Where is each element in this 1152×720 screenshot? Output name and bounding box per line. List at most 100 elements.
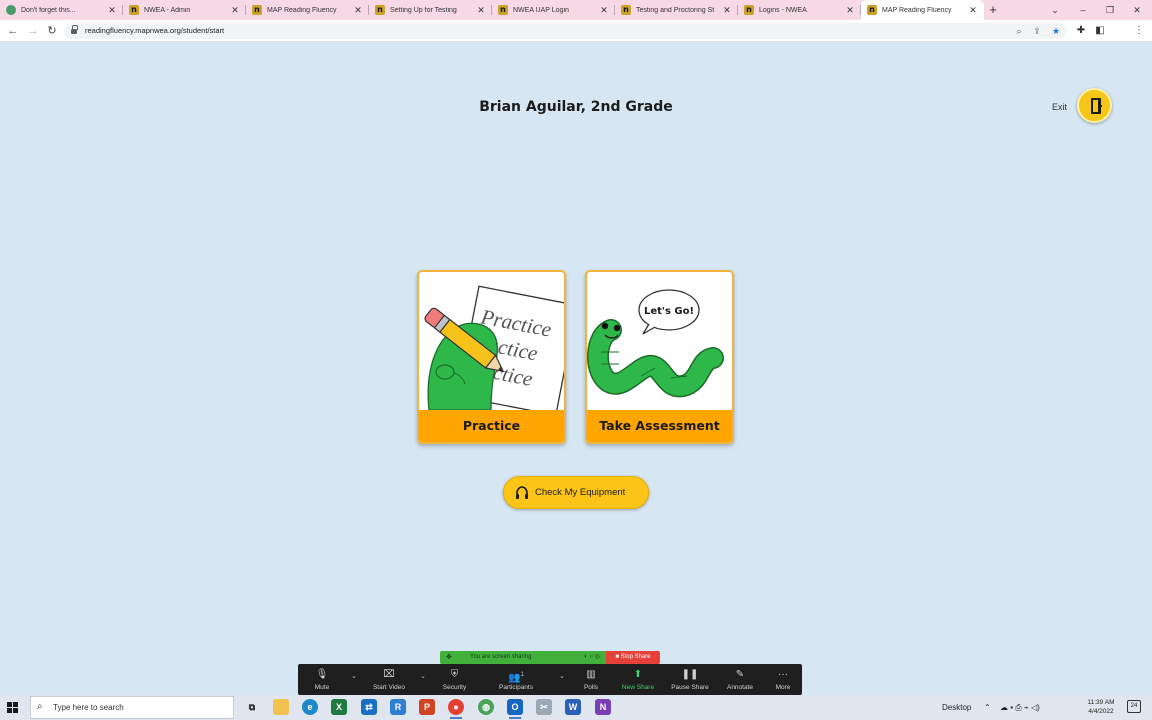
tab-title: MAP Reading Fluency [882,6,952,14]
new-tab-icon[interactable]: + [984,0,1002,20]
annotate-button[interactable]: ✎ Annotate [722,664,758,695]
participants-caret-icon[interactable]: ⌄ [559,672,565,680]
video-options-caret-icon[interactable]: ⌄ [420,672,426,680]
reader-app-icon[interactable]: R [390,699,406,715]
onenote-icon[interactable]: N [595,699,611,715]
drag-handle-icon[interactable]: ✥ [446,651,452,664]
close-icon[interactable]: ✕ [476,5,486,16]
take-assessment-card[interactable]: Let's Go! Take Assessment [585,270,734,444]
student-name-heading: Brian Aguilar, 2nd Grade [479,99,673,115]
more-button[interactable]: ··· More [770,664,796,695]
polls-button[interactable]: ▥ Polls [579,664,603,695]
url-text: readingfluency.mapnwea.org/student/start [85,26,225,35]
clock-date: 4/4/2022 [1088,708,1114,715]
close-icon[interactable]: ✕ [968,5,978,16]
close-icon[interactable]: ✕ [353,5,363,16]
tab-map-reading-fluency-active[interactable]: n MAP Reading Fluency ✕ [861,0,984,20]
practice-illustration: Practice actice actice [424,285,564,410]
stop-share-label: Stop Share [620,654,651,660]
tab-logins-nwea[interactable]: n Logins - NWEA ✕ [738,0,861,20]
powerpoint-icon[interactable]: P [419,699,435,715]
tab-uap-login[interactable]: n NWEA UAP Login ✕ [492,0,615,20]
search-icon: ⌕ [37,701,43,712]
tab-title: NWEA - Admin [144,6,191,14]
more-icon: ··· [778,669,788,680]
check-equipment-button[interactable]: Check My Equipment [503,476,649,509]
nwea-icon: n [252,5,262,15]
zoom-icon[interactable]: ⌕ [1012,23,1026,39]
tab-testing-proctoring[interactable]: n Testing and Proctoring St ✕ [615,0,738,20]
tab-dont-forget[interactable]: Don't forget this... ✕ [0,0,123,20]
excel-icon[interactable]: X [331,699,347,715]
taskbar-clock[interactable]: 11:39 AM 4/4/2022 [1080,698,1122,716]
notification-center-icon[interactable]: 24 [1127,700,1141,713]
close-icon[interactable]: ✕ [107,5,117,16]
mute-button[interactable]: 🎙 Mute [308,664,336,695]
security-label: Security [442,684,467,691]
clock-time: 11:39 AM [1087,699,1115,706]
task-view-icon[interactable]: ⧉ [244,699,260,715]
pencil-icon: ✎ [735,669,745,680]
menu-icon[interactable]: ⋮ [1131,22,1147,40]
pause-share-button[interactable]: ❚❚ Pause Share [669,664,711,695]
edge-icon[interactable]: e [302,699,318,715]
lock-icon [71,25,78,35]
tab-map-reading-fluency[interactable]: n MAP Reading Fluency ✕ [246,0,369,20]
tab-search-icon[interactable]: ⌄ [1042,0,1068,20]
exit-button[interactable] [1077,88,1112,123]
security-button[interactable]: ⛨ Security [438,664,471,695]
tab-setting-up[interactable]: n Setting Up for Testing ✕ [369,0,492,20]
side-panel-icon[interactable]: ◧ [1092,22,1108,40]
address-bar[interactable]: readingfluency.mapnwea.org/student/start… [64,23,1066,39]
word-icon[interactable]: W [565,699,581,715]
tray-app-icons[interactable]: ☁ ▪ ⎙ ⌁ ◁) [1000,695,1040,720]
bookmark-star-icon[interactable]: ★ [1049,23,1063,39]
share-icon[interactable]: ⇪ [1030,23,1044,39]
browser-toolbar: ← → ↻ readingfluency.mapnwea.org/student… [0,20,1152,42]
notification-count: 24 [1130,703,1138,709]
globe-app-icon[interactable]: ◍ [478,699,494,715]
nwea-icon: n [129,5,139,15]
participants-button[interactable]: 👥1 Participants [496,664,536,695]
exit-label[interactable]: Exit [1052,102,1067,112]
minimize-icon[interactable]: – [1070,0,1096,20]
nwea-icon: n [744,5,754,15]
close-icon[interactable]: ✕ [230,5,240,16]
window-close-icon[interactable]: ✕ [1124,0,1150,20]
back-icon[interactable]: ← [5,22,21,40]
new-share-button[interactable]: ⬆ New Share [618,664,658,695]
reload-icon[interactable]: ↻ [44,22,60,40]
check-equipment-label: Check My Equipment [535,487,626,498]
audio-options-caret-icon[interactable]: ⌄ [351,672,357,680]
close-icon[interactable]: ✕ [845,5,855,16]
chrome-icon[interactable]: ● [448,699,464,719]
practice-card[interactable]: Practice actice actice Practice [417,270,566,444]
zoom-share-banner: ✥ You are screen sharing ◐ ○ ◎ ■ Stop Sh… [440,651,660,664]
close-icon[interactable]: ✕ [599,5,609,16]
tab-title: Testing and Proctoring St [636,6,715,14]
nwea-icon: n [621,5,631,15]
zoom-toolbar: 🎙 Mute ⌄ ⌧ Start Video ⌄ ⛨ Security 👥1 P… [298,664,802,695]
outlook-icon[interactable]: O [507,699,523,719]
restore-icon[interactable]: ❐ [1097,0,1123,20]
close-icon[interactable]: ✕ [722,5,732,16]
participants-icon: 👥1 [508,672,524,684]
forward-icon[interactable]: → [25,22,41,40]
windows-start-icon[interactable] [7,702,18,713]
start-video-button[interactable]: ⌧ Start Video [368,664,410,695]
taskbar-search-box[interactable]: ⌕ Type here to search [30,696,234,719]
file-explorer-icon[interactable] [273,699,289,715]
tab-title: Setting Up for Testing [390,6,457,14]
nwea-icon: n [375,5,385,15]
tray-chevron-icon[interactable]: ⌃ [984,695,991,720]
stop-share-button[interactable]: ■ Stop Share [606,651,660,664]
share-screen-icon: ⬆ [633,669,643,680]
snipping-tool-icon[interactable]: ✂ [536,699,552,715]
extensions-icon[interactable]: ✚ [1073,22,1089,40]
participants-label: Participants [499,684,533,691]
door-icon [1091,98,1102,114]
remote-desktop-icon[interactable]: ⇄ [361,699,377,715]
share-controls-icons[interactable]: ◐ ○ ◎ [584,651,600,664]
tab-nwea-admin[interactable]: n NWEA - Admin ✕ [123,0,246,20]
desktop-toolbar-label[interactable]: Desktop [942,695,971,720]
